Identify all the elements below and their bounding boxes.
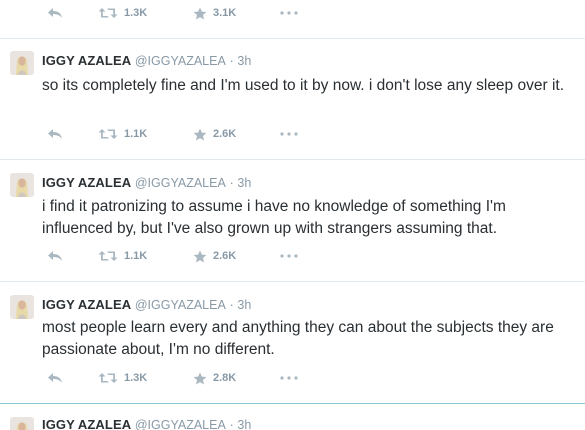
reply-icon	[48, 8, 62, 18]
separator: ·	[229, 297, 234, 312]
tweet[interactable]: IGGY AZALEA @IGGYAZALEA · 3h so its comp…	[0, 39, 585, 158]
more-button[interactable]	[280, 11, 298, 15]
retweet-button[interactable]: 1.1K	[98, 250, 147, 262]
reply-button[interactable]	[47, 7, 63, 19]
star-icon	[193, 7, 207, 19]
tweet-text: i find it patronizing to assume i have n…	[42, 198, 506, 237]
tweet-text: so its completely fine and I'm used to i…	[42, 77, 564, 94]
favorite-button[interactable]: 2.8K	[193, 372, 236, 385]
more-icon	[280, 254, 298, 258]
tweet-actions: 1.3K 2.8K	[0, 366, 585, 390]
favorite-button[interactable]: 2.6K	[193, 128, 236, 141]
retweet-icon	[98, 373, 118, 383]
retweet-icon	[98, 129, 118, 139]
user-name[interactable]: IGGY AZALEA	[42, 297, 131, 312]
user-handle[interactable]: @IGGYAZALEA	[135, 176, 226, 190]
tweet[interactable]: IGGY AZALEA @IGGYAZALEA · 3h most people…	[0, 282, 585, 402]
favorite-count: 2.6K	[213, 250, 237, 262]
user-name[interactable]: IGGY AZALEA	[42, 53, 131, 68]
favorite-count: 2.6K	[213, 128, 237, 140]
separator: ·	[229, 417, 234, 430]
user-name[interactable]: IGGY AZALEA	[42, 175, 131, 190]
user-handle[interactable]: @IGGYAZALEA	[135, 298, 226, 312]
timestamp[interactable]: 3h	[237, 418, 251, 430]
star-icon	[193, 250, 207, 262]
retweet-count: 1.1K	[124, 128, 148, 140]
retweet-button[interactable]: 1.3K	[98, 372, 147, 384]
user-name[interactable]: IGGY AZALEA	[42, 417, 131, 430]
separator: ·	[229, 53, 234, 68]
retweet-button[interactable]: 1.3K	[98, 7, 147, 19]
favorite-count: 3.1K	[213, 7, 237, 19]
retweet-count: 1.1K	[124, 250, 148, 262]
favorite-button[interactable]: 2.6K	[193, 250, 236, 263]
retweet-count: 1.3K	[124, 7, 148, 19]
separator: ·	[229, 175, 234, 190]
more-button[interactable]	[280, 254, 298, 258]
more-icon	[280, 376, 298, 380]
retweet-icon	[98, 251, 118, 261]
star-icon	[193, 372, 207, 384]
tweet-text: most people learn every and anything the…	[42, 319, 554, 358]
tweet-stream: 1.3K 3.1K IGGY AZALEA @IGGYAZALEA · 3h s…	[0, 0, 585, 430]
tweet-header: IGGY AZALEA @IGGYAZALEA · 3h	[42, 297, 251, 312]
reply-icon	[48, 129, 62, 139]
reply-icon	[48, 373, 62, 383]
more-icon	[280, 132, 298, 136]
retweet-button[interactable]: 1.1K	[98, 128, 147, 140]
reply-button[interactable]	[47, 128, 63, 140]
reply-button[interactable]	[47, 372, 63, 384]
reply-icon	[48, 251, 62, 261]
favorite-count: 2.8K	[213, 372, 237, 384]
tweet-header: IGGY AZALEA @IGGYAZALEA · 3h	[42, 175, 251, 190]
more-button[interactable]	[280, 376, 298, 380]
avatar[interactable]	[10, 173, 34, 197]
tweet-actions: 1.3K 3.1K	[0, 1, 585, 25]
tweet-actions: 1.1K 2.6K	[0, 122, 585, 146]
avatar[interactable]	[10, 295, 34, 319]
tweet-header: IGGY AZALEA @IGGYAZALEA · 3h	[42, 53, 251, 68]
tweet-actions: 1.1K 2.6K	[0, 244, 585, 268]
more-icon	[280, 11, 298, 15]
timestamp[interactable]: 3h	[237, 54, 251, 68]
retweet-count: 1.3K	[124, 372, 148, 384]
avatar[interactable]	[10, 417, 34, 430]
tweet[interactable]: IGGY AZALEA @IGGYAZALEA · 3h i find it p…	[0, 160, 585, 280]
retweet-icon	[98, 8, 118, 18]
avatar[interactable]	[10, 51, 34, 75]
timestamp[interactable]: 3h	[237, 298, 251, 312]
star-icon	[193, 128, 207, 140]
timestamp[interactable]: 3h	[237, 176, 251, 190]
user-handle[interactable]: @IGGYAZALEA	[135, 54, 226, 68]
user-handle[interactable]: @IGGYAZALEA	[135, 418, 226, 430]
tweet-header: IGGY AZALEA @IGGYAZALEA · 3h	[42, 417, 251, 430]
reply-button[interactable]	[47, 250, 63, 262]
tweet[interactable]: IGGY AZALEA @IGGYAZALEA · 3h	[0, 404, 585, 430]
more-button[interactable]	[280, 132, 298, 136]
favorite-button[interactable]: 3.1K	[193, 7, 236, 20]
